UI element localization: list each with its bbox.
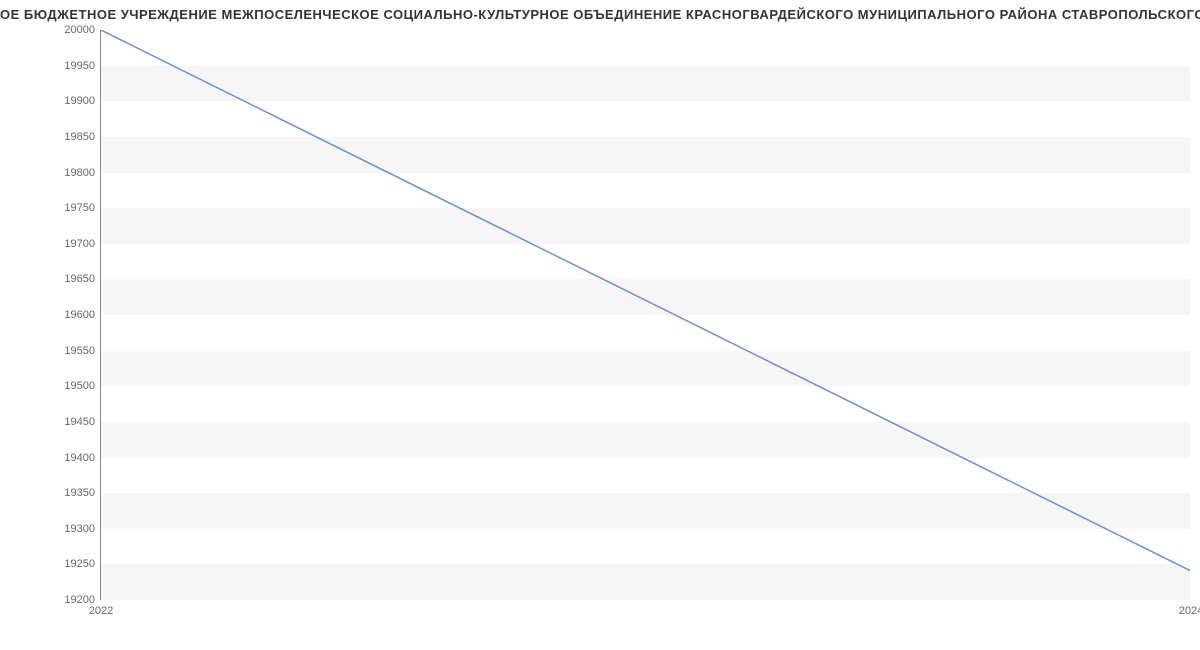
y-tick-label: 19300 [64, 523, 95, 535]
y-tick-label: 19400 [64, 452, 95, 464]
y-tick-label: 19800 [64, 167, 95, 179]
y-tick-label: 20000 [64, 24, 95, 36]
plot-area: 1920019250193001935019400194501950019550… [100, 30, 1190, 600]
y-tick-label: 19650 [64, 273, 95, 285]
y-tick-label: 19450 [64, 416, 95, 428]
y-tick-label: 19750 [64, 202, 95, 214]
x-tick-label: 2024 [1179, 605, 1200, 617]
y-tick-label: 19600 [64, 309, 95, 321]
y-tick-label: 19550 [64, 345, 95, 357]
y-tick-label: 19950 [64, 60, 95, 72]
y-tick-label: 19900 [64, 95, 95, 107]
y-tick-label: 19700 [64, 238, 95, 250]
x-tick-label: 2022 [89, 605, 113, 617]
y-tick-label: 19850 [64, 131, 95, 143]
y-tick-label: 19500 [64, 380, 95, 392]
chart-container: 1920019250193001935019400194501950019550… [100, 30, 1190, 600]
chart-title: ОЕ БЮДЖЕТНОЕ УЧРЕЖДЕНИЕ МЕЖПОСЕЛЕНЧЕСКОЕ… [0, 7, 1200, 22]
y-tick-label: 19250 [64, 558, 95, 570]
y-tick-label: 19350 [64, 487, 95, 499]
line-series [101, 30, 1190, 599]
